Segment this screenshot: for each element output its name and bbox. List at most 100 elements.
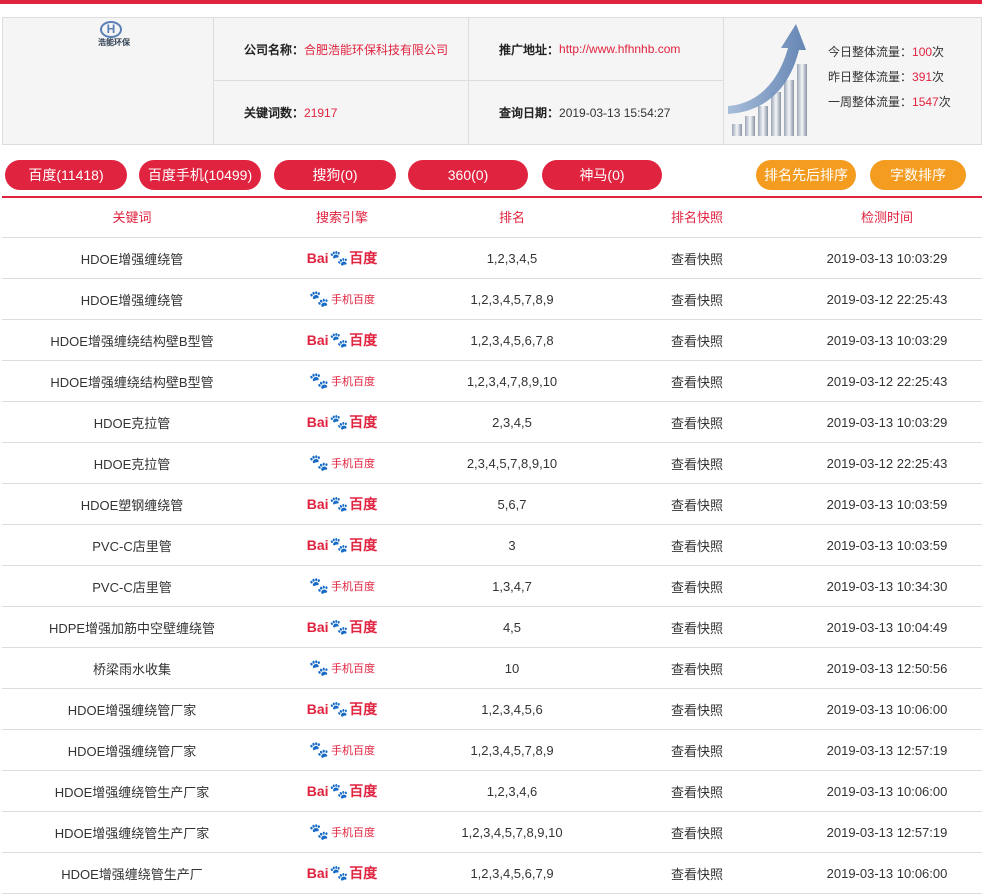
cell-engine: 🐾 手机百度	[262, 740, 422, 760]
table-row: HDOE增强缠绕管 Bai 🐾 百度 1,2,3,4,5 查看快照 2019-03-13 1…	[2, 238, 982, 279]
snapshot-link[interactable]: 查看快照	[602, 290, 792, 309]
table-row: PVC-C店里管 🐾 手机百度 1,3,4,7 查看快照 2019-03-13 10:34…	[2, 566, 982, 607]
cell-rank: 3	[508, 537, 516, 553]
sort-by-chars-button[interactable]: 字数排序	[870, 160, 966, 190]
cell-engine: Bai 🐾 百度	[262, 412, 422, 432]
snapshot-link[interactable]: 查看快照	[602, 536, 792, 555]
cell-time: 2019-03-13 10:06:00	[826, 701, 948, 717]
cell-keyword: HDOE增强缠绕管生产厂家	[54, 825, 210, 841]
cell-rank: 1,2,3,4,5	[486, 250, 538, 266]
promo-url-link[interactable]: http://www.hfhnhb.com	[559, 42, 680, 56]
table-row: HDOE增强缠绕管生产厂家 🐾 手机百度 1,2,3,4,5,7,8,9,10 查看快照…	[2, 812, 982, 853]
snapshot-link[interactable]: 查看快照	[602, 454, 792, 473]
cell-keyword: HDOE克拉管	[93, 415, 171, 431]
cell-engine: 🐾 手机百度	[262, 453, 422, 473]
tab-baidu-mobile[interactable]: 百度手机(10499)	[139, 160, 261, 190]
mobile-baidu-logo-icon: 🐾 手机百度	[309, 455, 375, 472]
baidu-logo-icon: Bai 🐾 百度	[306, 414, 378, 431]
traffic-today: 今日整体流量：100次	[828, 45, 945, 59]
cell-time: 2019-03-13 12:57:19	[826, 824, 948, 840]
ranking-table: 关键词 搜索引擎 排名 排名快照 检测时间 HDOE增强缠绕管 Bai 🐾 百度 1,2…	[2, 196, 982, 894]
snapshot-link[interactable]: 查看快照	[602, 331, 792, 350]
cell-keyword: HDOE增强缠绕管	[80, 251, 184, 267]
traffic-week: 一周整体流量：1547次	[828, 95, 951, 109]
tab-shenma[interactable]: 神马(0)	[542, 160, 662, 190]
cell-engine: Bai 🐾 百度	[262, 330, 422, 350]
mobile-baidu-logo-icon: 🐾 手机百度	[309, 291, 375, 308]
snapshot-link[interactable]: 查看快照	[602, 700, 792, 719]
traffic-stats: 今日整体流量：100次 昨日整体流量：391次 一周整体流量：1547次	[828, 40, 951, 115]
snapshot-link[interactable]: 查看快照	[602, 782, 792, 801]
logo-cell: H 浩能环保	[3, 18, 214, 144]
cell-rank: 1,2,3,4,5,6	[481, 701, 543, 717]
snapshot-link[interactable]: 查看快照	[602, 823, 792, 842]
table-row: HDOE增强缠绕结构壁B型管 Bai 🐾 百度 1,2,3,4,5,6,7,8 查看快照 2…	[2, 320, 982, 361]
tab-sogou[interactable]: 搜狗(0)	[274, 160, 396, 190]
baidu-logo-icon: Bai 🐾 百度	[306, 783, 378, 800]
cell-time: 2019-03-13 12:50:56	[826, 660, 948, 676]
cell-engine: 🐾 手机百度	[262, 289, 422, 309]
cell-engine: Bai 🐾 百度	[262, 781, 422, 801]
snapshot-link[interactable]: 查看快照	[602, 413, 792, 432]
mobile-baidu-logo-icon: 🐾 手机百度	[309, 824, 375, 841]
mobile-baidu-logo-icon: 🐾 手机百度	[309, 742, 375, 759]
snapshot-link[interactable]: 查看快照	[602, 618, 792, 637]
cell-rank: 1,2,3,4,5,7,8,9	[470, 742, 554, 758]
keyword-count-label: 关键词数：	[244, 106, 305, 120]
table-row: HDOE增强缠绕管生产厂 Bai 🐾 百度 1,2,3,4,5,6,7,9 查看快照 201…	[2, 853, 982, 894]
cell-rank: 4,5	[502, 619, 522, 635]
table-row: HDOE克拉管 🐾 手机百度 2,3,4,5,7,8,9,10 查看快照 2019-03-…	[2, 443, 982, 484]
snapshot-link[interactable]: 查看快照	[602, 495, 792, 514]
header-snapshot: 排名快照	[670, 210, 723, 225]
snapshot-link[interactable]: 查看快照	[602, 249, 792, 268]
cell-rank: 2,3,4,5	[492, 414, 532, 430]
snapshot-link[interactable]: 查看快照	[602, 741, 792, 760]
baidu-logo-icon: Bai 🐾 百度	[306, 496, 378, 513]
cell-keyword: HDOE增强缠绕管	[80, 292, 184, 308]
tab-360[interactable]: 360(0)	[408, 160, 528, 190]
cell-time: 2019-03-13 10:03:29	[826, 414, 948, 430]
cell-time: 2019-03-13 10:04:49	[826, 619, 948, 635]
baidu-logo-icon: Bai 🐾 百度	[306, 619, 378, 636]
baidu-logo-icon: Bai 🐾 百度	[306, 250, 378, 267]
cell-keyword: HDOE增强缠绕结构壁B型管	[50, 374, 214, 390]
table-row: PVC-C店里管 Bai 🐾 百度 3 查看快照 2019-03-13 10:03:59	[2, 525, 982, 566]
tab-baidu[interactable]: 百度(11418)	[5, 160, 127, 190]
company-name-cell: 公司名称： 合肥浩能环保科技有限公司	[214, 18, 469, 81]
cell-engine: 🐾 手机百度	[262, 658, 422, 678]
snapshot-link[interactable]: 查看快照	[602, 864, 792, 883]
cell-rank: 1,2,3,4,7,8,9,10	[466, 373, 558, 389]
logo-text: 浩能环保	[98, 38, 130, 47]
cell-keyword: HDPE增强加筋中空壁缠绕管	[48, 620, 216, 636]
table-header: 关键词 搜索引擎 排名 排名快照 检测时间	[2, 196, 982, 238]
promo-url-cell: 推广地址： http://www.hfhnhb.com	[469, 18, 724, 81]
cell-rank: 2,3,4,5,7,8,9,10	[466, 455, 558, 471]
cell-keyword: HDOE克拉管	[93, 456, 171, 472]
cell-time: 2019-03-12 22:25:43	[826, 373, 948, 389]
report-info-panel: H 浩能环保 公司名称： 合肥浩能环保科技有限公司 推广地址： http://w…	[2, 17, 982, 145]
snapshot-link[interactable]: 查看快照	[602, 577, 792, 596]
header-time: 检测时间	[860, 210, 913, 225]
snapshot-link[interactable]: 查看快照	[602, 659, 792, 678]
cell-engine: 🐾 手机百度	[262, 371, 422, 391]
cell-time: 2019-03-13 10:34:30	[826, 578, 948, 594]
cell-rank: 1,2,3,4,5,7,8,9	[470, 291, 554, 307]
cell-time: 2019-03-12 22:25:43	[826, 455, 948, 471]
cell-engine: Bai 🐾 百度	[262, 863, 422, 883]
logo-mark-icon: H	[100, 21, 122, 38]
baidu-logo-icon: Bai 🐾 百度	[306, 332, 378, 349]
mobile-baidu-logo-icon: 🐾 手机百度	[309, 660, 375, 677]
cell-time: 2019-03-12 22:25:43	[826, 291, 948, 307]
snapshot-link[interactable]: 查看快照	[602, 372, 792, 391]
cell-keyword: HDOE增强缠绕管生产厂	[61, 866, 203, 882]
cell-engine: Bai 🐾 百度	[262, 248, 422, 268]
cell-rank: 1,3,4,7	[492, 578, 532, 594]
sort-by-rank-button[interactable]: 排名先后排序	[756, 160, 856, 190]
keyword-count-value: 21917	[304, 105, 338, 120]
cell-time: 2019-03-13 12:57:19	[826, 742, 948, 758]
cell-keyword: HDOE塑钢缠绕管	[80, 497, 184, 513]
cell-rank: 1,2,3,4,6	[486, 783, 538, 799]
cell-keyword: PVC-C店里管	[92, 538, 172, 554]
cell-time: 2019-03-13 10:03:29	[826, 332, 948, 348]
baidu-logo-icon: Bai 🐾 百度	[306, 537, 378, 554]
